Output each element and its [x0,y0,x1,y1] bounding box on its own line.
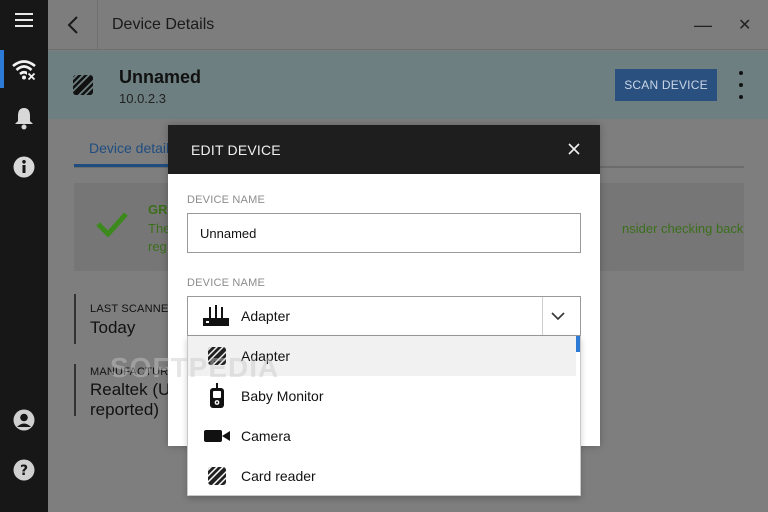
help-icon[interactable]: ? [0,450,48,490]
device-name: Unnamed [119,67,202,87]
option-label: Camera [241,428,291,444]
info-icon[interactable] [0,147,48,187]
wifi-network-icon[interactable] [0,49,48,89]
more-options-icon[interactable] [734,71,748,99]
device-name-input[interactable] [187,213,581,253]
selected-device-type: Adapter [241,308,291,324]
manufacturer-value-line-2: reported) [90,400,159,419]
adapter-icon [202,304,230,333]
status-line-right: nsider checking back [622,221,744,236]
device-ip: 10.0.2.3 [119,91,166,106]
dropdown-option-camera[interactable]: Camera [188,416,576,456]
device-type-icon [73,75,93,100]
last-scanned-label: LAST SCANNED [90,303,177,315]
bell-icon[interactable] [0,98,48,138]
menu-icon[interactable] [0,0,48,40]
last-scanned-value: Today [90,318,136,337]
minimize-button[interactable]: — [694,15,712,36]
device-name-label: DEVICE NAME [187,194,265,206]
status-line-2: reg [148,239,167,254]
back-arrow-icon [67,16,78,34]
dialog-title: EDIT DEVICE [191,142,281,158]
nav-rail: ? [0,0,48,512]
close-window-button[interactable]: ✕ [738,15,751,35]
dialog-close-icon[interactable] [564,139,584,159]
tab-device-details[interactable]: Device detail [89,140,169,156]
title-bar: Device Details — ✕ [48,0,768,50]
option-label: Card reader [241,468,316,484]
status-heading: GR [148,202,168,217]
chevron-down-icon[interactable] [550,308,566,329]
option-label: Baby Monitor [241,388,324,404]
device-type-label: DEVICE NAME [187,277,265,289]
checkmark-icon [96,211,128,242]
card-reader-icon [204,464,230,488]
scan-device-button[interactable]: SCAN DEVICE [615,69,717,101]
page-title: Device Details [112,16,215,33]
dropdown-option-card-reader[interactable]: Card reader [188,456,576,495]
svg-text:?: ? [20,463,28,479]
baby-monitor-icon [204,383,230,408]
camera-icon [204,424,230,448]
device-header: Unnamed 10.0.2.3 SCAN DEVICE [48,51,768,119]
dropdown-scrollbar[interactable] [576,336,580,352]
device-type-select[interactable]: Adapter [187,296,581,336]
dialog-header: EDIT DEVICE [168,125,600,174]
back-button[interactable] [48,0,98,50]
account-icon[interactable] [0,400,48,440]
watermark: SOFTPEDIA [110,352,280,383]
select-divider [542,297,543,335]
